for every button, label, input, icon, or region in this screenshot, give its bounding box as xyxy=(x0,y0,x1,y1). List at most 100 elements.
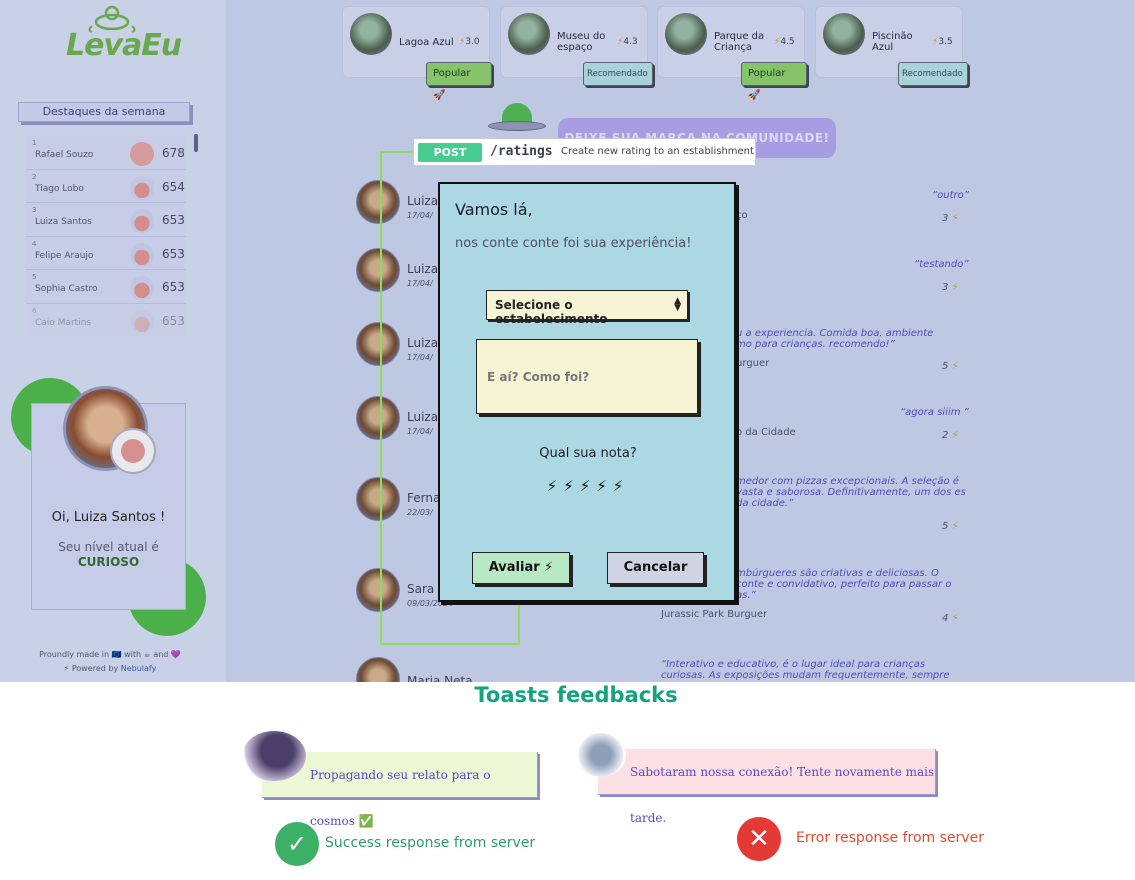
rating-value: 4.3 xyxy=(623,37,638,47)
review-score-value: 4 xyxy=(942,613,949,624)
ranking-row: 2 Tiago Lobo 654 xyxy=(26,169,186,203)
review-score: 4 ⚡ xyxy=(942,613,959,624)
api-endpoint-banner: POST /ratings Create new rating to an es… xyxy=(413,138,756,166)
review-score: 3 ⚡ xyxy=(942,282,959,293)
review-place: o da Cidade xyxy=(736,427,796,438)
rating-bolts-input[interactable]: ⚡⚡⚡⚡⚡ xyxy=(440,477,736,495)
review-score-value: 3 xyxy=(942,213,949,224)
review-place: ço xyxy=(736,210,748,221)
pig-avatar-icon xyxy=(130,242,154,267)
review-date: 17/04/ xyxy=(407,427,433,436)
http-method-badge: POST xyxy=(418,143,482,162)
ranking-name: Rafael Souzo xyxy=(35,150,94,160)
review-score-value: 5 xyxy=(942,521,949,532)
profile-greeting: Oi, Luiza Santos ! xyxy=(51,510,166,525)
highlights-title: Destaques da semana xyxy=(18,102,190,122)
user-avatar[interactable] xyxy=(356,477,400,521)
api-path: /ratings xyxy=(490,144,553,159)
establishment-name: Lagoa Azul xyxy=(399,37,454,48)
check-circle-icon: ✓ xyxy=(275,822,319,866)
review-score: 5 ⚡ xyxy=(942,521,959,532)
ranking-row: 6 Caio Martins 653 xyxy=(26,303,186,336)
popular-badge: Popular 🚀 xyxy=(426,62,492,101)
ranking-points: 653 xyxy=(162,246,185,261)
establishment-photo xyxy=(823,13,865,55)
establishment-rating: ⚡3.0 xyxy=(459,37,480,47)
ranking-position: 3 xyxy=(32,206,37,214)
ranking-points: 678 xyxy=(162,146,185,160)
ranking-name: Felipe Araujo xyxy=(35,250,94,261)
ranking-row: 5 Sophia Castro 653 xyxy=(26,270,186,304)
rating-question: Qual sua nota? xyxy=(539,446,637,461)
establishment-select[interactable]: Selecione o estabelecimento ▲ ▼ xyxy=(486,290,688,326)
bolt-icon: ⚡ xyxy=(951,613,959,624)
review-text: “Interativo e educativo, é o lugar ideal… xyxy=(661,659,950,681)
rating-modal: Vamos lá, nos conte conte foi sua experi… xyxy=(438,182,736,602)
error-circle-icon: ✕ xyxy=(737,817,781,861)
review-score-value: 2 xyxy=(942,430,949,441)
ranking-row: 3 Luiza Santos 653 xyxy=(26,203,186,237)
ranking-scrollbar[interactable] xyxy=(194,134,198,152)
footer-made-in: Proundly made in 🇪🇺 with ☕ and 💜 xyxy=(39,650,181,659)
ufo-icon xyxy=(488,103,548,133)
error-label: Error response from server xyxy=(796,830,984,846)
ranking-position: 4 xyxy=(32,239,37,248)
bolt-icon: ⚡ xyxy=(951,430,959,441)
logo-text[interactable]: LevaEu xyxy=(66,28,182,63)
ranking-row: 4 Felipe Araujo 653 xyxy=(26,236,186,270)
establishment-name: Parque da Criança xyxy=(714,31,765,53)
modal-title: Vamos lá, xyxy=(455,200,533,219)
left-sidebar: LevaEu Destaques da semana 1 Rafael Souz… xyxy=(0,0,226,682)
review-date: 17/04/ xyxy=(407,353,433,362)
review-user: Luiza xyxy=(407,410,439,424)
review-date: 17/04/ xyxy=(407,279,433,288)
bolt-icon: ⚡ xyxy=(951,282,959,293)
user-avatar[interactable] xyxy=(356,396,400,440)
pig-avatar-icon xyxy=(130,309,154,334)
cancel-button[interactable]: Cancelar xyxy=(607,552,704,584)
review-place: urguer xyxy=(736,358,770,369)
ranking-position: 2 xyxy=(32,172,37,181)
user-avatar[interactable] xyxy=(356,657,400,682)
rating-value: 3.0 xyxy=(465,37,480,47)
experience-placeholder: E aí? Como foi? xyxy=(487,370,590,384)
user-avatar[interactable] xyxy=(356,322,400,366)
ranking-name: Caio Martins xyxy=(35,317,92,328)
review-text: “agora siiim ” xyxy=(900,407,969,418)
pig-avatar-icon xyxy=(130,276,154,300)
user-avatar xyxy=(130,142,154,166)
submit-rating-button[interactable]: Avaliar ⚡ xyxy=(472,552,570,584)
popular-badge: Popular 🚀 xyxy=(741,62,807,101)
user-avatar[interactable] xyxy=(356,180,400,224)
pig-mascot-icon xyxy=(110,428,156,474)
pig-avatar-icon xyxy=(130,209,154,233)
experience-textarea[interactable]: E aí? Como foi? xyxy=(476,339,698,414)
ranking-points: 653 xyxy=(162,280,185,294)
review-user: Luiza xyxy=(407,194,439,208)
ranking-position: 5 xyxy=(32,273,37,281)
ranking-points: 653 xyxy=(162,313,185,328)
rating-value: 3.5 xyxy=(938,37,953,47)
bolt-icon: ⚡ xyxy=(951,213,959,224)
pig-avatar-icon xyxy=(130,175,154,200)
review-score: 3 ⚡ xyxy=(942,213,959,224)
review-date: 22/03/ xyxy=(407,508,433,517)
review-user: Ferna xyxy=(407,491,441,505)
ranking-points: 653 xyxy=(162,213,185,227)
footer-brand-link[interactable]: Nebulafy xyxy=(121,664,157,673)
user-avatar[interactable] xyxy=(356,568,400,612)
review-score-value: 3 xyxy=(942,282,949,293)
select-arrows-icon: ▲ ▼ xyxy=(674,296,681,313)
review-text: “outro” xyxy=(932,190,969,201)
ranking-row: 1 Rafael Souzo 678 xyxy=(26,136,186,170)
establishment-name: Piscinão Azul xyxy=(872,31,913,53)
modal-subtitle: nos conte conte foi sua experiência! xyxy=(455,236,692,251)
review-score: 2 ⚡ xyxy=(942,430,959,441)
bolt-icon: ⚡ xyxy=(951,521,959,532)
establishment-photo xyxy=(665,13,707,55)
recommended-badge: Recomendado xyxy=(898,62,968,86)
review-user: Luiza xyxy=(407,336,439,350)
user-avatar[interactable] xyxy=(356,248,400,292)
ranking-list[interactable]: 1 Rafael Souzo 678 2 Tiago Lobo 654 3 Lu… xyxy=(26,136,186,336)
review-text: u a experiencia. Comida boa, ambiente mo… xyxy=(736,328,934,350)
